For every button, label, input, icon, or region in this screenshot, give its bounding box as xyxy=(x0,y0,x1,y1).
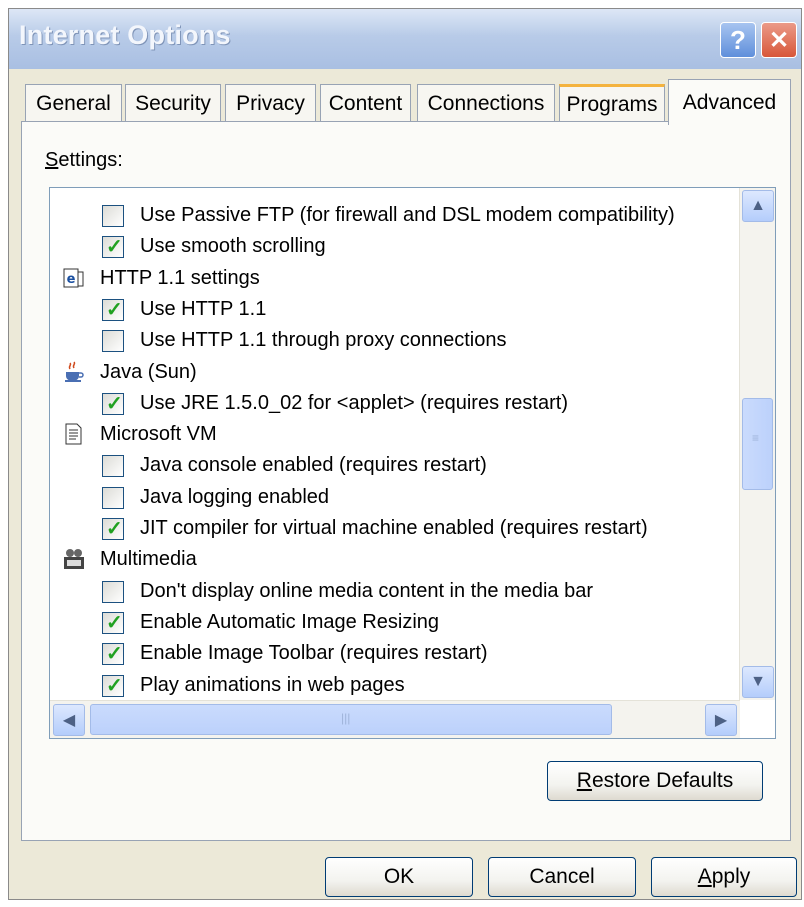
apply-button[interactable]: Apply xyxy=(651,857,797,897)
settings-checkbox-item[interactable]: Use Passive FTP (for firewall and DSL mo… xyxy=(50,200,730,231)
grip-icon: ||| xyxy=(341,711,351,725)
setting-label: Microsoft VM xyxy=(100,423,217,446)
tab-security[interactable]: Security xyxy=(125,84,221,122)
setting-label: Don't display online media content in th… xyxy=(140,579,593,602)
setting-label: HTTP 1.1 settings xyxy=(100,266,260,289)
tab-advanced[interactable]: Advanced xyxy=(668,79,791,125)
setting-label: Use smooth scrolling xyxy=(140,235,326,258)
setting-label: Use JRE 1.5.0_02 for <applet> (requires … xyxy=(140,391,568,414)
checkmark-icon: ✓ xyxy=(106,674,123,697)
checkmark-icon: ✓ xyxy=(106,518,123,540)
settings-checkbox-item[interactable]: ✓ Play animations in web pages xyxy=(50,670,730,701)
setting-label: Enable Image Toolbar (requires restart) xyxy=(140,642,488,665)
grip-icon: ≡ xyxy=(752,431,760,445)
title-bar[interactable]: Internet Options ? ✕ xyxy=(9,9,801,69)
settings-checkbox-item[interactable]: ✓ Enable Automatic Image Resizing xyxy=(50,607,730,638)
setting-label: Enable Automatic Image Resizing xyxy=(140,610,440,633)
checkbox-checked[interactable]: ✓ xyxy=(102,518,124,540)
internet-options-dialog: Internet Options ? ✕ General Security Pr… xyxy=(8,8,802,900)
scroll-down-button[interactable]: ▼ xyxy=(742,666,774,698)
checkbox-checked[interactable]: ✓ xyxy=(102,298,124,321)
document-icon xyxy=(62,422,86,446)
chevron-down-icon: ▼ xyxy=(750,673,766,690)
chevron-left-icon: ◀ xyxy=(62,712,76,729)
settings-checkbox-item[interactable]: ✓ Use smooth scrolling xyxy=(50,231,730,262)
settings-checkbox-item[interactable]: ✓ Use JRE 1.5.0_02 for <applet> (requires… xyxy=(50,388,730,419)
settings-group-header: Microsoft VM xyxy=(50,419,730,450)
checkbox-checked[interactable]: ✓ xyxy=(102,674,124,697)
scroll-left-button[interactable]: ◀ xyxy=(53,704,85,736)
help-icon: ? xyxy=(730,24,746,55)
settings-group-header: Java (Sun) xyxy=(50,357,730,388)
setting-label: Use Passive FTP (for firewall and DSL mo… xyxy=(140,204,675,226)
setting-label: Java (Sun) xyxy=(100,360,197,383)
checkbox-checked[interactable]: ✓ xyxy=(102,611,124,634)
setting-label: Java logging enabled xyxy=(140,485,330,508)
setting-label: Multimedia xyxy=(100,548,197,571)
horizontal-scroll-thumb[interactable]: ||| xyxy=(90,704,612,735)
chevron-up-icon: ▲ xyxy=(750,197,766,214)
window-title: Internet Options xyxy=(19,20,231,50)
close-button[interactable]: ✕ xyxy=(761,22,797,58)
checkbox-unchecked[interactable] xyxy=(102,330,124,353)
checkbox-unchecked[interactable] xyxy=(102,205,124,227)
settings-checkbox-item[interactable]: Java logging enabled xyxy=(50,482,730,513)
checkmark-icon: ✓ xyxy=(106,392,123,415)
ok-button[interactable]: OK xyxy=(325,857,473,897)
checkbox-checked[interactable]: ✓ xyxy=(102,392,124,415)
cancel-button[interactable]: Cancel xyxy=(488,857,636,897)
help-button[interactable]: ? xyxy=(720,22,756,58)
settings-checkbox-item[interactable]: ✓ JIT compiler for virtual machine enable… xyxy=(50,513,730,544)
setting-label: Use HTTP 1.1 xyxy=(140,297,267,320)
chevron-right-icon: ▶ xyxy=(714,712,728,729)
tab-content[interactable]: Content xyxy=(320,84,411,122)
setting-label: Use HTTP 1.1 through proxy connections xyxy=(140,329,507,352)
checkmark-icon: ✓ xyxy=(106,643,123,666)
ie-settings-icon: e xyxy=(62,266,86,290)
setting-label: Java console enabled (requires restart) xyxy=(140,454,487,477)
checkmark-icon: ✓ xyxy=(106,298,123,321)
checkbox-checked[interactable]: ✓ xyxy=(102,643,124,666)
settings-checkbox-item[interactable]: Use HTTP 1.1 through proxy connections xyxy=(50,325,730,356)
checkmark-icon: ✓ xyxy=(106,611,123,634)
tab-connections[interactable]: Connections xyxy=(417,84,555,122)
restore-defaults-button[interactable]: Restore Defaults xyxy=(547,761,763,801)
svg-text:e: e xyxy=(67,272,76,287)
horizontal-scrollbar[interactable]: ◀ ||| ▶ xyxy=(50,700,740,738)
scroll-right-button[interactable]: ▶ xyxy=(705,704,737,736)
tab-programs[interactable]: Programs xyxy=(559,84,665,122)
settings-label: Settings: xyxy=(45,149,123,171)
checkbox-unchecked[interactable] xyxy=(102,580,124,603)
setting-label: Play animations in web pages xyxy=(140,673,405,696)
tab-privacy[interactable]: Privacy xyxy=(225,84,316,122)
vertical-scrollbar[interactable]: ▲ ≡ ▼ xyxy=(739,188,775,700)
checkmark-icon: ✓ xyxy=(106,236,123,259)
close-icon: ✕ xyxy=(768,26,790,54)
vertical-scroll-thumb[interactable]: ≡ xyxy=(742,398,773,490)
java-cup-icon xyxy=(62,360,86,384)
settings-checkbox-item[interactable]: ✓ Enable Image Toolbar (requires restart) xyxy=(50,638,730,669)
settings-group-header: e HTTP 1.1 settings xyxy=(50,263,730,294)
checkbox-checked[interactable]: ✓ xyxy=(102,236,124,259)
tab-general[interactable]: General xyxy=(25,84,122,122)
multimedia-icon xyxy=(62,547,86,571)
settings-checkbox-item[interactable]: Don't display online media content in th… xyxy=(50,576,730,607)
settings-group-header: Multimedia xyxy=(50,544,730,575)
checkbox-unchecked[interactable] xyxy=(102,455,124,478)
settings-checkbox-item[interactable]: Java console enabled (requires restart) xyxy=(50,450,730,481)
checkbox-unchecked[interactable] xyxy=(102,486,124,509)
setting-label: JIT compiler for virtual machine enabled… xyxy=(140,517,648,539)
settings-list[interactable]: Use Passive FTP (for firewall and DSL mo… xyxy=(49,187,776,739)
scroll-up-button[interactable]: ▲ xyxy=(742,190,774,222)
settings-checkbox-item[interactable]: ✓ Use HTTP 1.1 xyxy=(50,294,730,325)
